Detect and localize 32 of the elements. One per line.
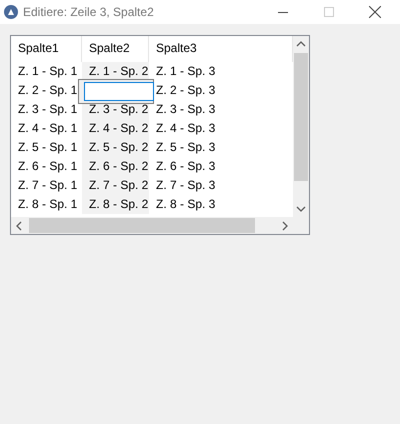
table-cell-text: Z. 3 - Sp. 1 [17, 101, 78, 118]
horizontal-scrollbar[interactable] [11, 217, 293, 234]
close-icon [369, 6, 381, 18]
table-cell-text: Z. 6 - Sp. 2 [88, 158, 149, 175]
table-cell-text: Z. 1 - Sp. 2 [88, 63, 149, 80]
table-cell-text: Z. 4 - Sp. 2 [88, 120, 149, 137]
scrollbar-thumb[interactable] [294, 53, 308, 181]
app-logo-icon [4, 5, 18, 19]
table-cell-text: Z. 4 - Sp. 1 [17, 120, 78, 137]
scrollbar-thumb[interactable] [29, 218, 255, 233]
table-cell-text: Z. 7 - Sp. 1 [17, 177, 78, 194]
table-cell-text: Z. 6 - Sp. 1 [17, 158, 78, 175]
table-cell-text: Z. 8 - Sp. 1 [17, 196, 78, 213]
table-cell-text: Z. 6 - Sp. 3 [155, 158, 216, 175]
table-cell-text: Z. 5 - Sp. 3 [155, 139, 216, 156]
table-cell-text: Z. 5 - Sp. 2 [88, 139, 149, 156]
table-cell-text: Z. 5 - Sp. 1 [17, 139, 78, 156]
input-field[interactable] [84, 82, 154, 101]
table-cell-text: Z. 2 - Sp. 3 [155, 82, 216, 99]
table-cell-text: Z. 3 - Sp. 2 [88, 101, 149, 118]
table-cell-text: Z. 4 - Sp. 3 [155, 120, 216, 137]
table-cell-text: Z. 7 - Sp. 3 [155, 177, 216, 194]
maximize-icon [324, 7, 334, 17]
table-cell-text: Z. 3 - Sp. 3 [155, 101, 216, 118]
window-title: Editiere: Zeile 3, Spalte2 [23, 5, 155, 19]
table-cell-text: Z. 1 - Sp. 1 [17, 63, 78, 80]
table-cell-text: Z. 2 - Sp. 1 [17, 82, 78, 99]
vertical-scrollbar[interactable] [293, 36, 309, 217]
table-cell-text: Z. 7 - Sp. 2 [88, 177, 149, 194]
table-cell-text: Z. 8 - Sp. 3 [155, 196, 216, 213]
table-cell-text: Z. 1 - Sp. 3 [155, 63, 216, 80]
table-cell-text: Z. 8 - Sp. 2 [88, 196, 149, 213]
